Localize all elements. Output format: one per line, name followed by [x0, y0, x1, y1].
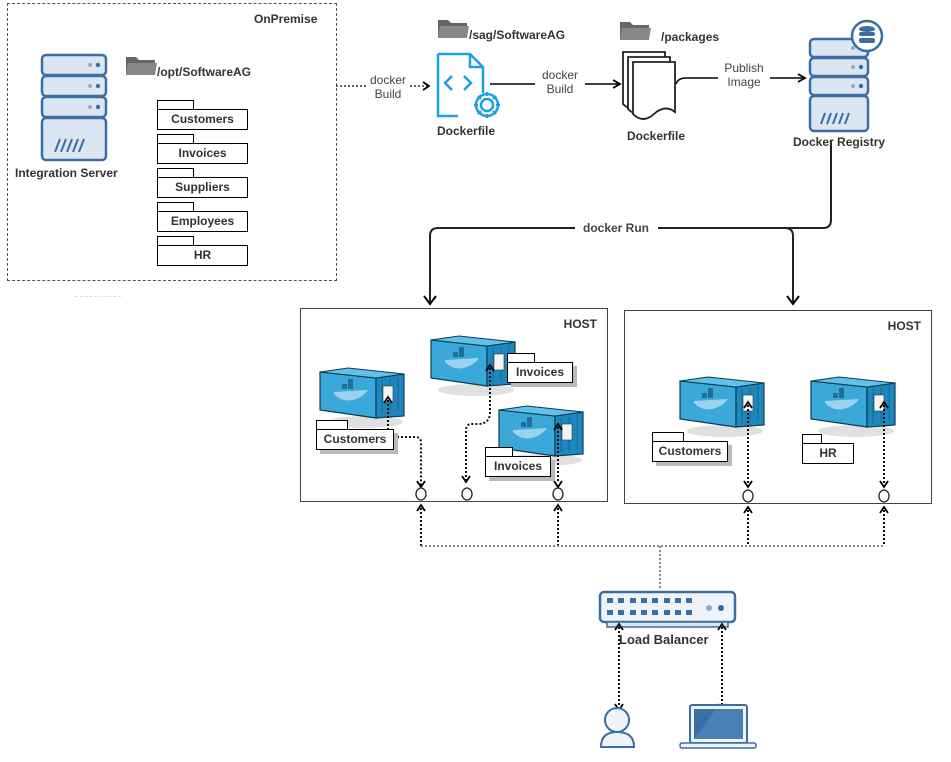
docker-container-icon	[810, 376, 896, 438]
runtime-canvas	[319, 335, 896, 749]
load-balancer-label: Load Balancer	[619, 632, 709, 647]
laptop-icon	[679, 704, 757, 749]
docker-container-icon	[319, 367, 405, 429]
docker-container-icon	[430, 335, 516, 397]
load-balancer-icon	[598, 590, 737, 628]
port-icons	[415, 487, 890, 503]
user-icon	[599, 707, 636, 748]
